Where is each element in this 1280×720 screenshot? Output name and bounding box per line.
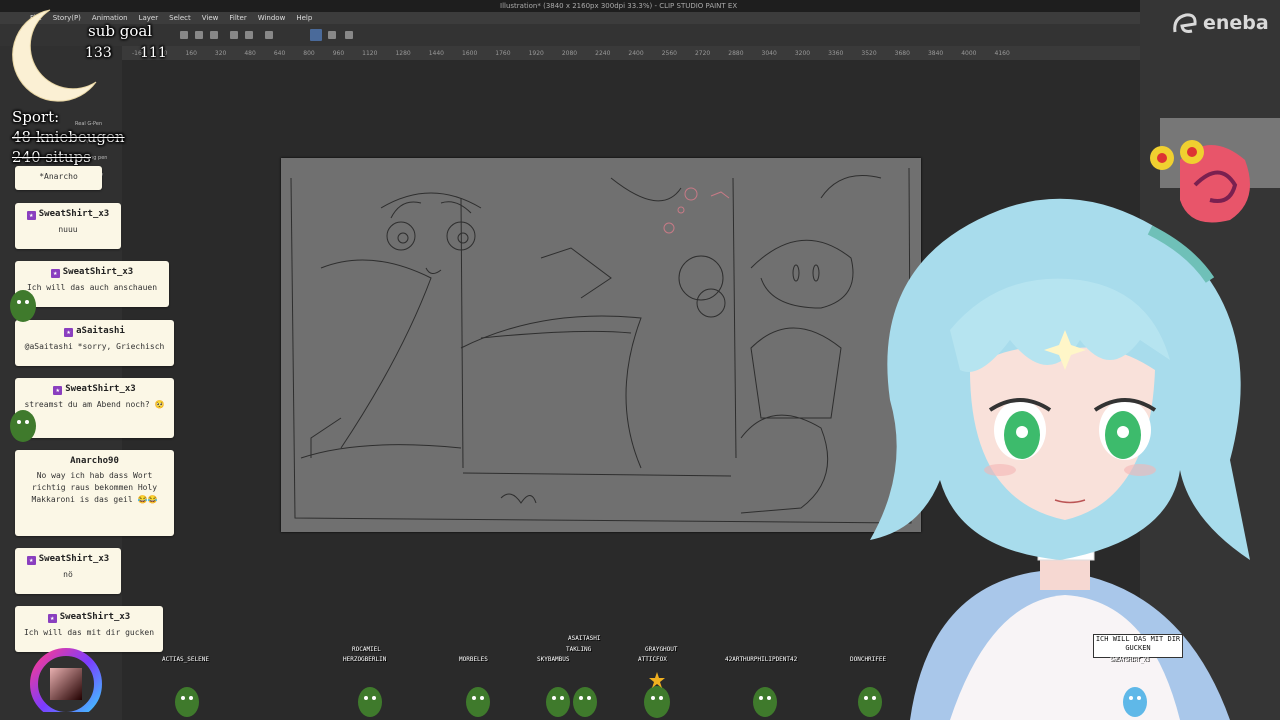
chat-text: nuuu	[58, 225, 78, 234]
ruler-tick: 800	[303, 49, 315, 57]
ruler-tick: 960	[332, 49, 345, 57]
ruler-tick: 480	[244, 49, 256, 57]
ruler-tick: 1120	[362, 49, 378, 57]
chat-text: nö	[63, 570, 73, 579]
menu-layer[interactable]: Layer	[139, 14, 159, 22]
sub-goal-label: sub goal	[88, 22, 153, 40]
subscriber-badge-icon: ★	[50, 269, 60, 278]
sub-goal-current: 133	[85, 45, 112, 61]
ruler-tick: 2400	[628, 49, 644, 57]
ruler-tick: 3200	[794, 49, 811, 57]
horizontal-ruler: -160 0 160 320 480 640 800 960 1120 1280…	[122, 46, 1140, 60]
viewer-name: ASAITASHI	[568, 635, 601, 642]
ruler-tick: 2080	[561, 49, 578, 57]
subscriber-badge-icon: ★	[53, 386, 63, 395]
ruler-tick: 3040	[761, 49, 777, 57]
viewer-name: SKYBAMBUS	[537, 656, 570, 663]
viewer-avatar-icon	[1123, 687, 1147, 717]
viewer-name: ROCAMIEL	[352, 646, 381, 653]
chat-message: ★ SweatShirt_x3 Ich will das mit dir guck…	[15, 606, 163, 652]
chat-username: SweatShirt_x3	[59, 612, 131, 622]
drawing-canvas[interactable]	[281, 158, 921, 532]
viewer-name: ACTIAS_SELENE	[162, 656, 209, 663]
chat-username: Anarcho90	[70, 456, 119, 466]
viewer-avatar-icon	[546, 687, 570, 717]
sponsor-logo: eneba	[1203, 12, 1269, 34]
chat-username: SweatShirt_x3	[38, 554, 110, 564]
ruler-tick: 2720	[694, 49, 711, 57]
chat-message: ★ SweatShirt_x3 nuuu	[15, 203, 121, 249]
viewer-name: 42ARTHURPHILIPDENT42	[725, 656, 798, 663]
vtuber-avatar	[870, 140, 1250, 720]
viewer-name: TAKLING	[566, 646, 592, 653]
chat-message: ★ SweatShirt_x3 nö	[15, 548, 121, 594]
eneba-logo-icon	[1173, 13, 1197, 33]
chat-speech-bubble: ICH WILL DAS MIT DIR GUCKEN	[1093, 634, 1183, 658]
chat-message: ★ aSaitashi @aSaitashi *sorry, Griechisch	[15, 320, 174, 366]
viewer-avatar-icon	[573, 687, 597, 717]
menu-bar: File Story(P) Animation Layer Select Vie…	[0, 12, 1140, 24]
sport-item: 48 kniebeugen	[12, 128, 125, 146]
viewer-avatar-icon	[358, 687, 382, 717]
speech-text: ICH WILL DAS MIT DIR GUCKEN	[1095, 635, 1181, 652]
sketch-lines	[290, 167, 912, 524]
chat-text: *Anarcho	[39, 172, 78, 181]
speech-username: SWEATSHIRT_X3	[1110, 657, 1150, 663]
subscriber-badge-icon: ★	[26, 556, 36, 565]
chat-text: Ich will das mit dir gucken	[23, 628, 155, 637]
ruler-tick: 2560	[661, 49, 677, 57]
title-bar: Illustration* (3840 x 2160px 300dpi 33.3…	[0, 0, 1140, 12]
viewer-avatar-icon	[10, 410, 36, 442]
ruler-tick: 1440	[428, 49, 445, 57]
viewer-avatar-icon	[466, 687, 490, 717]
menu-filter[interactable]: Filter	[229, 14, 246, 22]
sub-goal-target: 111	[140, 45, 167, 61]
chat-username: SweatShirt_x3	[62, 267, 134, 277]
ruler-tick: 4160	[994, 49, 1010, 57]
ruler-tick: 640	[273, 49, 286, 57]
color-wheel[interactable]	[18, 648, 114, 712]
menu-view[interactable]: View	[202, 14, 219, 22]
sport-title: Sport:	[12, 108, 60, 126]
ruler-tick: 2240	[595, 49, 611, 57]
viewer-avatar-icon	[10, 290, 36, 322]
ruler-tick: 1760	[495, 49, 511, 57]
chat-username: SweatShirt_x3	[65, 384, 136, 394]
ruler-tick: 3840	[927, 49, 944, 57]
chat-username: SweatShirt_x3	[38, 209, 110, 219]
command-bar	[0, 24, 1140, 47]
sport-item: 240 situps	[12, 148, 91, 166]
ruler-tick: 4000	[961, 49, 977, 57]
ruler-tick: 3520	[861, 49, 877, 57]
ruler-tick: 160	[185, 49, 197, 57]
window-title: Illustration* (3840 x 2160px 300dpi 33.3…	[500, 2, 738, 10]
ruler-tick: 2880	[728, 49, 744, 57]
viewer-avatar-icon	[753, 687, 777, 717]
ruler-tick: 3360	[828, 49, 844, 57]
viewer-name: GRAYGHOUT	[645, 646, 678, 653]
subscriber-badge-icon: ★	[26, 211, 36, 220]
chat-text: @aSaitashi *sorry, Griechisch	[24, 342, 165, 351]
viewer-avatar-icon	[175, 687, 199, 717]
ruler-tick: 1920	[528, 49, 544, 57]
chat-username: aSaitashi	[76, 326, 125, 336]
menu-help[interactable]: Help	[296, 14, 312, 22]
ruler-tick: 320	[214, 49, 227, 57]
viewer-name: HERZOGBERLIN	[343, 656, 387, 663]
viewer-name: ATTICFOX	[638, 656, 667, 663]
viewer-name: MORBELES	[459, 656, 488, 663]
chat-message: *Anarcho	[15, 166, 102, 190]
ruler-tick: 1600	[462, 49, 478, 57]
ruler-tick: 1280	[395, 49, 411, 57]
chat-message: Anarcho90 No way ich hab dass Wort richt…	[15, 450, 174, 536]
subscriber-badge-icon: ★	[47, 614, 57, 623]
viewer-avatar-icon	[644, 672, 670, 718]
subscriber-badge-icon: ★	[64, 328, 74, 337]
chat-text: No way ich hab dass Wort richtig raus be…	[31, 471, 158, 504]
menu-select[interactable]: Select	[169, 14, 191, 22]
menu-window[interactable]: Window	[258, 14, 286, 22]
ruler-tick: 3680	[894, 49, 910, 57]
